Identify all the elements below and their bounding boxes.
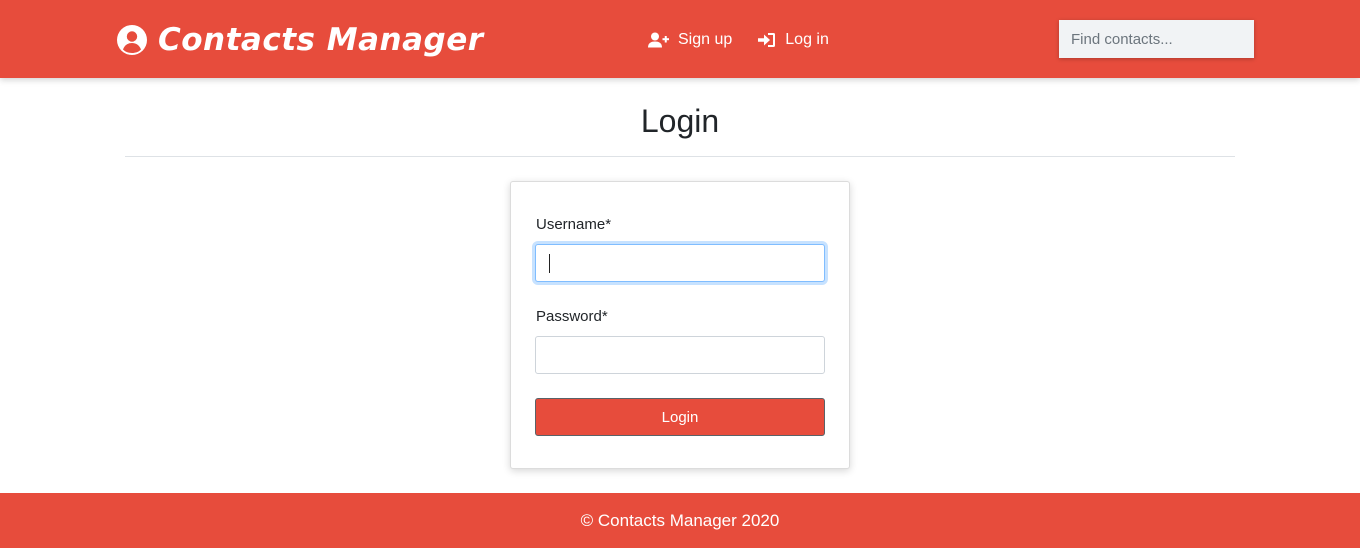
username-field[interactable] xyxy=(535,244,825,282)
footer-copyright: © Contacts Manager 2020 xyxy=(580,510,780,530)
page-title: Login xyxy=(640,103,720,139)
signup-link[interactable]: Sign up xyxy=(648,31,732,49)
login-button[interactable]: Login xyxy=(535,398,825,436)
login-link[interactable]: Log in xyxy=(758,31,829,49)
user-plus-icon xyxy=(648,32,669,48)
title-divider xyxy=(125,156,1235,157)
login-form: Username* Password* Login xyxy=(510,181,850,469)
username-label: Username* xyxy=(536,216,612,233)
text-caret xyxy=(549,254,550,273)
password-field[interactable] xyxy=(535,336,825,374)
navbar: Contacts Manager Sign up Log in xyxy=(0,0,1360,78)
signup-link-label: Sign up xyxy=(678,31,733,48)
password-label: Password* xyxy=(536,308,608,325)
footer: © Contacts Manager 2020 xyxy=(0,493,1360,548)
nav-links: Sign up Log in xyxy=(648,27,855,53)
search-input[interactable] xyxy=(1059,20,1254,58)
sign-in-icon xyxy=(758,33,776,47)
brand-title: Contacts Manager xyxy=(158,22,484,58)
user-circle-icon xyxy=(117,25,147,55)
login-link-label: Log in xyxy=(785,31,829,48)
brand-link[interactable]: Contacts Manager xyxy=(117,18,484,62)
